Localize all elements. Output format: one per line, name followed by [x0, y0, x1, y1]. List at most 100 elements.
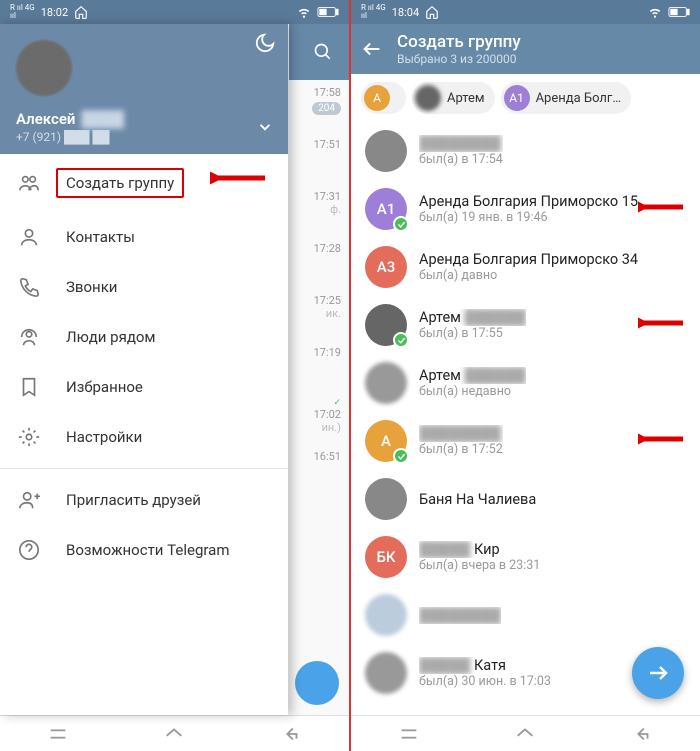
contact-row[interactable]: Артем ██████ был(а) недавно [351, 354, 700, 412]
back-icon[interactable] [361, 38, 383, 60]
contact-avatar [365, 478, 407, 520]
contact-list[interactable]: ████████ был(а) в 17:54 А1 Аренда Болгар… [351, 122, 700, 715]
contact-avatar [365, 652, 407, 694]
menu-saved[interactable]: Избранное [0, 362, 288, 412]
status-time: 18:02 [41, 6, 68, 19]
contact-avatar: А [365, 420, 407, 462]
selected-chip[interactable]: А [361, 82, 406, 114]
selected-chip[interactable]: Артем [412, 82, 495, 114]
phone-icon [18, 276, 40, 298]
user-avatar[interactable] [16, 40, 72, 96]
android-nav-bar [351, 715, 700, 751]
menu-label: Настройки [66, 428, 142, 446]
contact-avatar [365, 304, 407, 346]
menu-label: Люди рядом [66, 328, 156, 346]
checkmark-icon [393, 448, 409, 464]
checkmark-icon [393, 332, 409, 348]
background-chat-list: 17:58204 17:51 17:31ф. 17:28 17:25ик. 17… [289, 24, 349, 715]
phone-left: R ııl 4Gııl 18:02 17:58204 17:51 17:31ф.… [0, 0, 349, 751]
checkmark-icon [393, 216, 409, 232]
status-time: 18:04 [392, 6, 419, 19]
chip-avatar: А [364, 85, 390, 111]
drawer-header: Алексей████ +7 (921) ███ ██ [0, 24, 288, 154]
chip-name: Аренда Болг… [536, 91, 622, 106]
navigation-drawer: Алексей████ +7 (921) ███ ██ Создать груп… [0, 24, 288, 715]
status-bar: R ııl 4Gııl 18:02 [0, 0, 349, 24]
contact-row[interactable]: А1 Аренда Болгария Приморско 15 был(а) 1… [351, 180, 700, 238]
contact-row[interactable]: БК █████ Кир был(а) вчера в 23:31 [351, 528, 700, 586]
recent-apps-button[interactable] [47, 723, 69, 745]
battery-icon [317, 6, 339, 18]
back-button[interactable] [280, 723, 302, 745]
contact-row[interactable]: ████████ был(а) в 17:54 [351, 122, 700, 180]
contact-name: Артем ██████ [419, 309, 526, 326]
contact-avatar [365, 130, 407, 172]
android-nav-bar [0, 715, 349, 751]
contact-name: Аренда Болгария Приморско 34 [419, 251, 638, 268]
chip-avatar [415, 85, 441, 111]
menu-settings[interactable]: Настройки [0, 412, 288, 462]
contact-name: ████████ [419, 607, 501, 624]
menu-invite[interactable]: Пригласить друзей [0, 475, 288, 525]
compose-fab[interactable] [295, 661, 339, 705]
menu-help[interactable]: Возможности Telegram [0, 525, 288, 575]
next-fab[interactable] [632, 647, 684, 699]
contact-name: Баня На Чалиева [419, 491, 536, 508]
back-button[interactable] [631, 723, 653, 745]
contact-status: был(а) 19 янв. в 19:46 [419, 210, 638, 225]
contact-status: был(а) в 17:54 [419, 152, 503, 167]
selected-chips: А Артем А1 Аренда Болг… [351, 74, 700, 122]
user-name: Алексей████ [16, 110, 272, 128]
contact-row[interactable]: Артем ██████ был(а) в 17:55 [351, 296, 700, 354]
chip-name: Артем [447, 91, 485, 106]
selection-count: Выбрано 3 из 200000 [397, 52, 521, 66]
battery-icon [668, 6, 690, 18]
create-group-header: Создать группу Выбрано 3 из 200000 [351, 24, 700, 74]
menu-label: Пригласить друзей [66, 491, 201, 509]
search-icon[interactable] [289, 24, 349, 80]
menu-calls[interactable]: Звонки [0, 262, 288, 312]
contact-status: был(а) в 17:55 [419, 326, 526, 341]
phone-right: R ııl 4Gııl 18:04 Создать группу Выбрано… [351, 0, 700, 751]
contact-row[interactable]: Баня На Чалиева [351, 470, 700, 528]
contact-row[interactable]: ████████ [351, 586, 700, 644]
home-icon [74, 5, 88, 19]
contact-row[interactable]: А ████████ был(а) в 17:52 [351, 412, 700, 470]
menu-create-group[interactable]: Создать группу [0, 154, 288, 212]
bg-text: ф. [330, 203, 341, 216]
menu-label: Избранное [66, 378, 143, 396]
contact-name: ████████ [419, 135, 503, 152]
contact-status: был(а) давно [419, 268, 638, 283]
home-button[interactable] [514, 723, 536, 745]
contact-status: был(а) 30 июн. в 17:03 [419, 674, 551, 689]
contact-status: был(а) в 17:52 [419, 442, 503, 457]
menu-label: Контакты [66, 228, 135, 246]
contact-name: Артем ██████ [419, 367, 526, 384]
user-phone: +7 (921) ███ ██ [16, 130, 272, 144]
contact-avatar: А3 [365, 246, 407, 288]
menu-contacts[interactable]: Контакты [0, 212, 288, 262]
contact-status: был(а) вчера в 23:31 [419, 558, 540, 573]
menu-label: Создать группу [66, 174, 174, 192]
contact-avatar: А1 [365, 188, 407, 230]
contact-name: █████ Кир [419, 541, 540, 558]
contact-row[interactable]: А3 Аренда Болгария Приморско 34 был(а) д… [351, 238, 700, 296]
annotation-arrow [638, 196, 688, 218]
menu-label: Звонки [66, 278, 117, 296]
account-expand[interactable] [256, 118, 274, 140]
status-bar: R ııl 4Gııl 18:04 [351, 0, 700, 24]
page-title: Создать группу [397, 32, 521, 52]
gear-icon [18, 426, 40, 448]
chip-avatar: А1 [504, 85, 530, 111]
contact-avatar [365, 362, 407, 404]
recent-apps-button[interactable] [398, 723, 420, 745]
annotation-arrow [638, 312, 688, 334]
home-button[interactable] [163, 723, 185, 745]
group-icon [18, 172, 40, 194]
contact-status: был(а) недавно [419, 384, 526, 399]
annotation-arrow [210, 164, 270, 192]
menu-nearby[interactable]: Люди рядом [0, 312, 288, 362]
night-mode-toggle[interactable] [254, 32, 276, 58]
selected-chip[interactable]: А1 Аренда Болг… [501, 82, 632, 114]
invite-icon [18, 489, 40, 511]
